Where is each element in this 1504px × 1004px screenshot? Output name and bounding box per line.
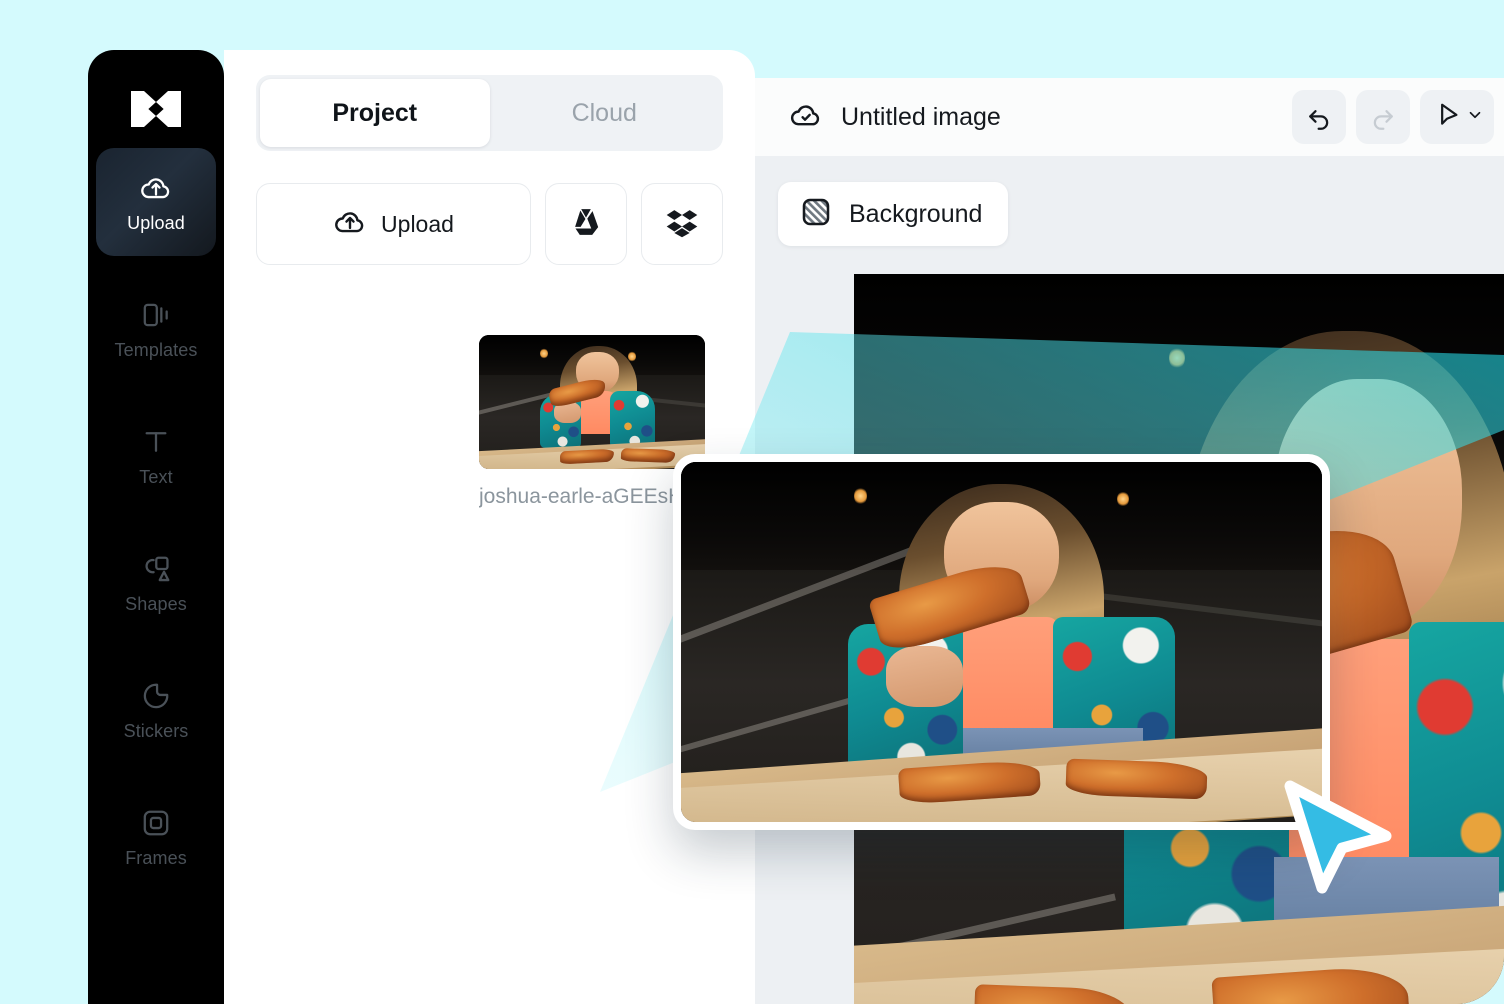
google-drive-button[interactable]: [545, 183, 627, 265]
google-drive-icon: [569, 205, 603, 244]
asset-thumbnail[interactable]: [479, 335, 705, 469]
app-root: Untitled image Background Project Cloud …: [0, 0, 1504, 1004]
sidebar-item-text[interactable]: Text: [96, 402, 216, 510]
text-icon: [139, 425, 173, 459]
page-title: Untitled image: [841, 102, 1001, 131]
asset-name-label: joshua-earle-aGEEsHc...: [479, 485, 705, 508]
select-tool-button[interactable]: [1420, 90, 1494, 144]
sidebar-item-shapes[interactable]: Shapes: [96, 529, 216, 637]
cloud-check-icon: [789, 98, 823, 137]
redo-button[interactable]: [1356, 90, 1410, 144]
sidebar-item-label: Upload: [127, 212, 185, 233]
checker-square-icon: [800, 196, 832, 233]
tab-project[interactable]: Project: [260, 79, 490, 147]
shapes-icon: [139, 552, 173, 586]
background-button-label: Background: [849, 199, 983, 228]
sidebar-item-label: Stickers: [123, 720, 189, 741]
editor-topbar: Untitled image: [755, 78, 1504, 156]
upload-source-row: Upload: [256, 183, 723, 265]
sticker-icon: [139, 679, 173, 713]
sidebar-item-stickers[interactable]: Stickers: [96, 656, 216, 764]
document-title-group[interactable]: Untitled image: [789, 98, 1001, 137]
panel-tab-group: Project Cloud: [256, 75, 723, 151]
upload-button[interactable]: Upload: [256, 183, 531, 265]
sidebar-item-label: Text: [139, 466, 173, 487]
capcut-logo[interactable]: [126, 86, 186, 132]
chevron-down-icon: [1466, 106, 1484, 129]
cloud-upload-icon: [139, 171, 173, 205]
page-shell: Untitled image Background Project Cloud …: [0, 0, 1504, 1004]
sidebar-item-templates[interactable]: Templates: [96, 275, 216, 383]
sidebar-item-label: Templates: [114, 339, 198, 360]
sidebar-item-label: Frames: [125, 847, 187, 868]
floating-preview-card[interactable]: [673, 454, 1330, 830]
asset-item[interactable]: joshua-earle-aGEEsHc...: [479, 335, 705, 509]
tab-cloud[interactable]: Cloud: [490, 79, 720, 147]
background-button[interactable]: Background: [778, 182, 1009, 246]
frames-icon: [139, 806, 173, 840]
templates-icon: [139, 298, 173, 332]
dropbox-button[interactable]: [641, 183, 723, 265]
undo-button[interactable]: [1292, 90, 1346, 144]
dropbox-icon: [665, 205, 699, 244]
left-sidebar: Upload Templates Text Shapes Stickers Fr…: [88, 50, 224, 1004]
upload-button-label: Upload: [381, 210, 454, 237]
cursor-arrow-icon: [1434, 101, 1462, 134]
editor-toolbar: [1292, 78, 1494, 156]
sidebar-item-frames[interactable]: Frames: [96, 783, 216, 891]
preview-card-image: [681, 462, 1322, 822]
sidebar-item-label: Shapes: [125, 593, 187, 614]
cloud-upload-icon: [333, 205, 367, 244]
sidebar-item-upload[interactable]: Upload: [96, 148, 216, 256]
sidebar-items: Upload Templates Text Shapes Stickers Fr…: [88, 148, 224, 910]
